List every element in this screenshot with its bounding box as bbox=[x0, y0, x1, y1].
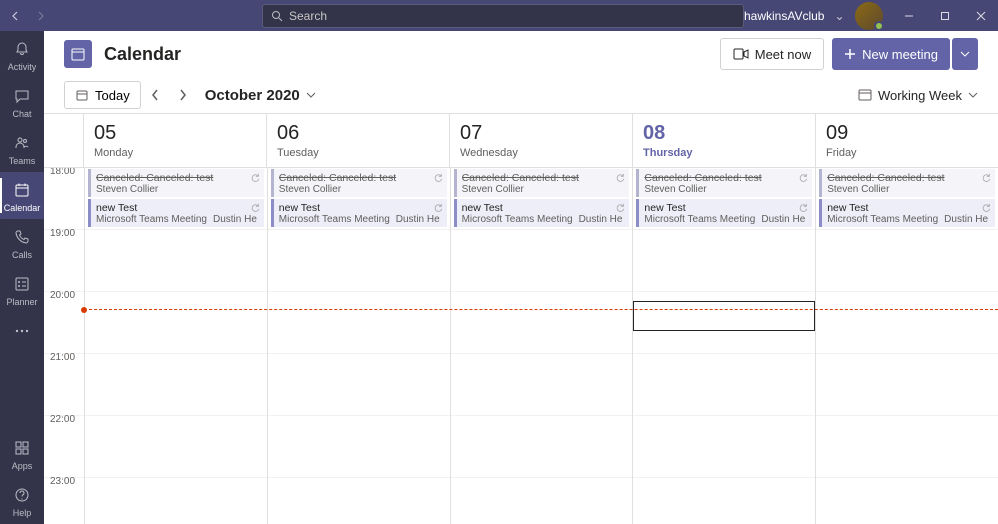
calendar-event-cancelled[interactable]: Canceled: Canceled: testSteven Collier bbox=[88, 169, 264, 197]
calendar-today-icon bbox=[75, 88, 89, 102]
recurring-icon bbox=[615, 203, 625, 213]
next-week-button[interactable] bbox=[169, 81, 197, 109]
user-avatar[interactable] bbox=[855, 2, 883, 30]
close-button[interactable] bbox=[965, 2, 997, 30]
calendar-view-icon bbox=[858, 88, 872, 102]
calendar-event[interactable]: new TestMicrosoft Teams MeetingDustin He bbox=[271, 199, 447, 227]
chevron-down-icon: ⌄ bbox=[834, 9, 844, 23]
rail-chat[interactable]: Chat bbox=[0, 78, 44, 125]
day-header[interactable]: 05Monday bbox=[84, 114, 267, 167]
meet-now-button[interactable]: Meet now bbox=[720, 38, 824, 70]
rail-help[interactable]: Help bbox=[0, 477, 44, 524]
day-column[interactable]: Canceled: Canceled: testSteven Collierne… bbox=[450, 168, 633, 524]
day-column[interactable]: Canceled: Canceled: testSteven Collierne… bbox=[267, 168, 450, 524]
recurring-icon bbox=[433, 203, 443, 213]
prev-week-button[interactable] bbox=[141, 81, 169, 109]
minimize-button[interactable] bbox=[893, 2, 925, 30]
title-bar: Search hawkinsAVclub ⌄ bbox=[0, 0, 998, 31]
month-picker[interactable]: October 2020 bbox=[205, 87, 316, 104]
rail-activity[interactable]: Activity bbox=[0, 31, 44, 78]
calendar-rail-icon bbox=[12, 180, 32, 200]
days-grid: Canceled: Canceled: testSteven Collierne… bbox=[84, 168, 998, 524]
day-header[interactable]: 07Wednesday bbox=[450, 114, 633, 167]
calendar-event-cancelled[interactable]: Canceled: Canceled: testSteven Collier bbox=[454, 169, 630, 197]
recurring-icon bbox=[798, 173, 808, 183]
recurring-icon bbox=[250, 173, 260, 183]
day-header[interactable]: 08Thursday bbox=[633, 114, 816, 167]
phone-icon bbox=[12, 227, 32, 247]
chevron-down-icon bbox=[306, 92, 316, 98]
back-button[interactable] bbox=[6, 6, 26, 26]
new-meeting-button[interactable]: New meeting bbox=[832, 38, 950, 70]
calendar-event[interactable]: new TestMicrosoft Teams MeetingDustin He bbox=[636, 199, 812, 227]
day-column[interactable]: Canceled: Canceled: testSteven Collierne… bbox=[632, 168, 815, 524]
recurring-icon bbox=[981, 203, 991, 213]
calendar-event[interactable]: new TestMicrosoft Teams MeetingDustin He bbox=[88, 199, 264, 227]
calendar-event-cancelled[interactable]: Canceled: Canceled: testSteven Collier bbox=[271, 169, 447, 197]
rail-more[interactable] bbox=[0, 313, 44, 347]
chevron-down-icon bbox=[968, 92, 978, 98]
calendar-event[interactable]: new TestMicrosoft Teams MeetingDustin He bbox=[819, 199, 995, 227]
apps-icon bbox=[12, 438, 32, 458]
time-gutter: 18:00 19:00 20:00 21:00 22:00 23:00 bbox=[44, 168, 84, 524]
rail-calendar[interactable]: Calendar bbox=[0, 172, 44, 219]
chat-icon bbox=[12, 86, 32, 106]
teams-icon bbox=[12, 133, 32, 153]
view-switcher[interactable]: Working Week bbox=[858, 88, 978, 103]
day-header[interactable]: 09Friday bbox=[816, 114, 998, 167]
bell-icon bbox=[12, 39, 32, 59]
recurring-icon bbox=[615, 173, 625, 183]
calendar-app-icon bbox=[64, 40, 92, 68]
chevron-down-icon bbox=[960, 51, 970, 57]
day-headers: 05Monday 06Tuesday 07Wednesday 08Thursda… bbox=[44, 113, 998, 168]
video-icon bbox=[733, 48, 749, 60]
recurring-icon bbox=[250, 203, 260, 213]
day-column[interactable]: Canceled: Canceled: testSteven Collierne… bbox=[815, 168, 998, 524]
current-time-indicator bbox=[84, 309, 998, 310]
rail-planner[interactable]: Planner bbox=[0, 266, 44, 313]
today-button[interactable]: Today bbox=[64, 81, 141, 109]
calendar-header: Calendar Meet now New meeting bbox=[44, 31, 998, 77]
search-icon bbox=[271, 10, 283, 22]
planner-icon bbox=[12, 274, 32, 294]
day-header[interactable]: 06Tuesday bbox=[267, 114, 450, 167]
rail-teams[interactable]: Teams bbox=[0, 125, 44, 172]
recurring-icon bbox=[798, 203, 808, 213]
rail-apps[interactable]: Apps bbox=[0, 430, 44, 477]
calendar-event-cancelled[interactable]: Canceled: Canceled: testSteven Collier bbox=[819, 169, 995, 197]
selected-timeslot[interactable] bbox=[633, 301, 815, 331]
calendar-event[interactable]: new TestMicrosoft Teams MeetingDustin He bbox=[454, 199, 630, 227]
help-icon bbox=[12, 485, 32, 505]
calendar-toolbar: Today October 2020 Working Week bbox=[44, 77, 998, 113]
plus-icon bbox=[844, 48, 856, 60]
calendar-event-cancelled[interactable]: Canceled: Canceled: testSteven Collier bbox=[636, 169, 812, 197]
forward-button[interactable] bbox=[30, 6, 50, 26]
recurring-icon bbox=[981, 173, 991, 183]
username-label[interactable]: hawkinsAVclub bbox=[744, 9, 824, 23]
maximize-button[interactable] bbox=[929, 2, 961, 30]
search-input[interactable]: Search bbox=[262, 4, 744, 28]
day-column[interactable]: Canceled: Canceled: testSteven Collierne… bbox=[84, 168, 267, 524]
ellipsis-icon bbox=[12, 321, 32, 341]
page-title: Calendar bbox=[104, 44, 181, 65]
new-meeting-dropdown[interactable] bbox=[952, 38, 978, 70]
app-rail: Activity Chat Teams Calendar Calls Plann… bbox=[0, 31, 44, 524]
recurring-icon bbox=[433, 173, 443, 183]
rail-calls[interactable]: Calls bbox=[0, 219, 44, 266]
presence-indicator bbox=[874, 21, 884, 31]
search-placeholder: Search bbox=[289, 9, 327, 23]
